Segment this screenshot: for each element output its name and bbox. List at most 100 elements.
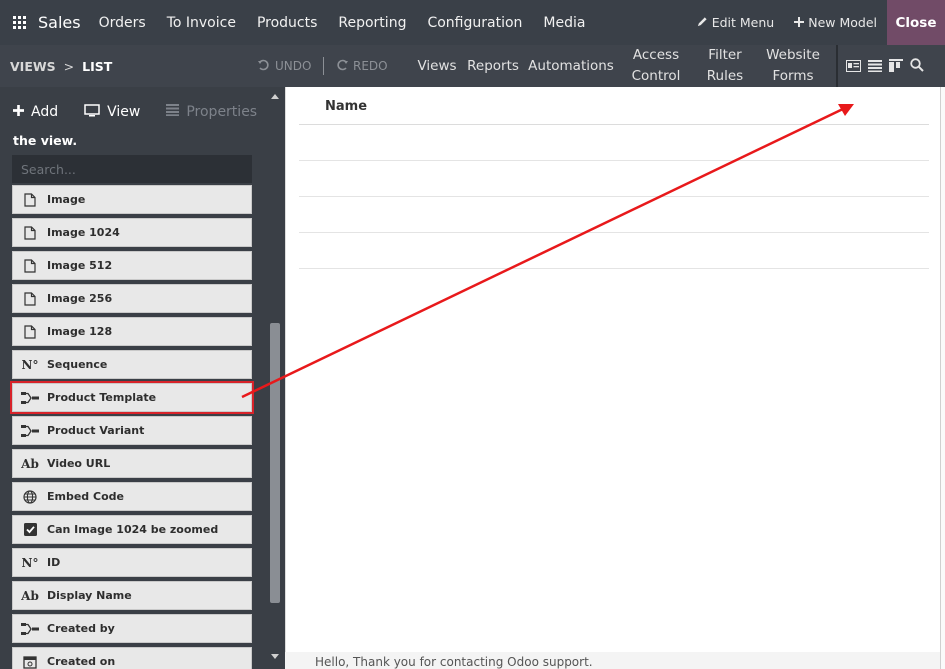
checkbox-icon: [13, 516, 47, 543]
field-item-label: Product Template: [47, 391, 157, 404]
column-header-name[interactable]: Name: [325, 99, 367, 114]
field-item-label: Image: [47, 193, 86, 206]
field-item-product-variant[interactable]: Product Variant: [12, 416, 252, 445]
scroll-down-icon[interactable]: [271, 654, 279, 659]
undo-button[interactable]: UNDO: [258, 45, 311, 87]
menu-to-invoice[interactable]: To Invoice: [167, 15, 236, 31]
field-item-sequence[interactable]: N° Sequence: [12, 350, 252, 379]
list-view-canvas: Name: [285, 87, 940, 664]
edit-menu-label: Edit Menu: [711, 15, 775, 30]
kanban-view-icon[interactable]: [889, 57, 903, 76]
file-icon: [13, 252, 47, 279]
sidebar-help-text: the view.: [13, 133, 78, 148]
tab-add[interactable]: Add: [0, 87, 71, 137]
field-item-label: ID: [47, 556, 61, 569]
field-item-image-512[interactable]: Image 512: [12, 251, 252, 280]
field-search-input[interactable]: [12, 155, 252, 183]
nav-website-forms-line2: Forms: [772, 68, 814, 84]
nav-access-control-line1: Access: [632, 47, 680, 63]
breadcrumb-views[interactable]: VIEWS: [10, 59, 56, 74]
globe-icon: [13, 483, 47, 510]
file-icon: [13, 285, 47, 312]
pencil-icon: [697, 15, 708, 30]
nav-filter-rules-line2: Rules: [706, 68, 744, 84]
redo-icon: [336, 59, 348, 74]
scrollbar-thumb[interactable]: [270, 323, 280, 603]
new-model-label: New Model: [808, 15, 877, 30]
field-item-embed-code[interactable]: Embed Code: [12, 482, 252, 511]
field-item-label: Image 128: [47, 325, 113, 338]
tab-properties-label: Properties: [186, 104, 258, 120]
list-view-icon[interactable]: [868, 57, 882, 76]
plus-icon: [794, 15, 805, 30]
file-icon: [13, 219, 47, 246]
menu-reporting[interactable]: Reporting: [338, 15, 406, 31]
file-icon: [13, 186, 47, 213]
studio-sidebar: Add View Properties the view. Image: [0, 87, 285, 669]
breadcrumb-separator: >: [63, 58, 75, 74]
nav-automations[interactable]: Automations: [528, 45, 614, 87]
nav-website-forms[interactable]: Website Forms: [762, 45, 824, 87]
field-item-image-128[interactable]: Image 128: [12, 317, 252, 346]
top-navbar: Sales Orders To Invoice Products Reporti…: [0, 0, 945, 45]
field-item-label: Image 512: [47, 259, 113, 272]
nav-website-forms-line1: Website: [766, 47, 820, 63]
studio-toolbar: VIEWS > LIST UNDO REDO Views Reports Aut…: [0, 45, 945, 87]
scroll-up-icon[interactable]: [271, 94, 279, 99]
field-item-created-by[interactable]: Created by: [12, 614, 252, 643]
field-item-video-url[interactable]: Ab Video URL: [12, 449, 252, 478]
menu-orders[interactable]: Orders: [99, 15, 146, 31]
nav-access-control[interactable]: Access Control: [628, 45, 684, 87]
tab-view[interactable]: View: [71, 87, 153, 137]
relation-icon: [13, 615, 47, 642]
nav-access-control-line2: Control: [631, 68, 681, 84]
breadcrumb: VIEWS > LIST: [10, 45, 112, 87]
tab-add-label: Add: [31, 104, 59, 120]
redo-button[interactable]: REDO: [336, 45, 388, 87]
table-row: [299, 233, 929, 269]
relation-icon: [13, 384, 47, 411]
relation-icon: [13, 417, 47, 444]
field-item-image-1024[interactable]: Image 1024: [12, 218, 252, 247]
background-window: Hello, Thank you for contacting Odoo sup…: [285, 652, 940, 669]
field-item-label: Image 1024: [47, 226, 120, 239]
field-item-id[interactable]: N° ID: [12, 548, 252, 577]
field-item-can-image-zoomed[interactable]: Can Image 1024 be zoomed: [12, 515, 252, 544]
view-switcher: [846, 45, 924, 87]
search-view-icon[interactable]: [910, 57, 924, 76]
number-icon: N°: [21, 555, 39, 570]
field-item-label: Product Variant: [47, 424, 145, 437]
form-view-icon[interactable]: [846, 57, 861, 76]
new-model-button[interactable]: New Model: [794, 15, 877, 30]
background-text: Hello, Thank you for contacting Odoo sup…: [315, 655, 593, 669]
field-item-label: Video URL: [47, 457, 111, 470]
properties-icon: [166, 104, 180, 120]
app-name[interactable]: Sales: [38, 13, 81, 32]
field-item-display-name[interactable]: Ab Display Name: [12, 581, 252, 610]
text-icon: Ab: [21, 588, 39, 603]
redo-label: REDO: [353, 59, 388, 73]
field-item-product-template[interactable]: Product Template: [10, 381, 254, 414]
sidebar-tabs: Add View Properties: [0, 87, 268, 137]
apps-menu-icon[interactable]: [0, 0, 38, 45]
nav-filter-rules-line1: Filter: [708, 47, 742, 63]
nav-views[interactable]: Views: [417, 45, 456, 87]
close-button[interactable]: Close: [887, 0, 945, 45]
field-item-label: Display Name: [47, 589, 132, 602]
undo-icon: [258, 59, 270, 74]
list-header[interactable]: Name: [299, 87, 929, 125]
menu-configuration[interactable]: Configuration: [427, 15, 522, 31]
undo-label: UNDO: [275, 59, 312, 73]
tab-properties[interactable]: Properties: [153, 87, 270, 137]
field-item-image[interactable]: Image: [12, 185, 252, 214]
menu-media[interactable]: Media: [543, 15, 585, 31]
breadcrumb-current: LIST: [82, 58, 113, 74]
nav-filter-rules[interactable]: Filter Rules: [700, 45, 750, 87]
table-row: [299, 197, 929, 233]
nav-reports[interactable]: Reports: [467, 45, 519, 87]
field-item-created-on[interactable]: Created on: [12, 647, 252, 669]
field-item-image-256[interactable]: Image 256: [12, 284, 252, 313]
sidebar-scrollbar[interactable]: [268, 87, 282, 669]
menu-products[interactable]: Products: [257, 15, 317, 31]
edit-menu-button[interactable]: Edit Menu: [697, 15, 775, 30]
